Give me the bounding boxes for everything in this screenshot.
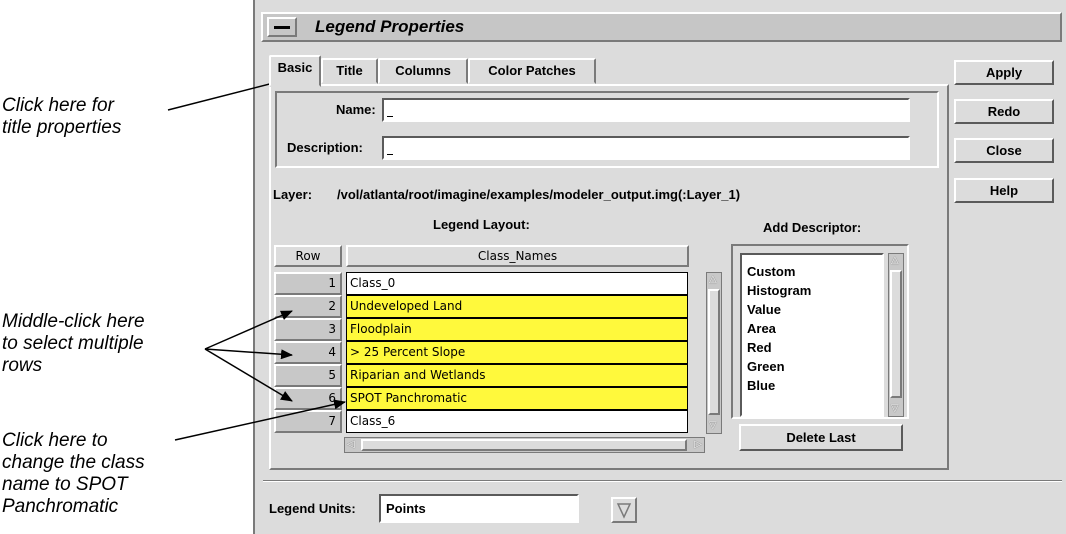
annotation-arrows bbox=[167, 75, 346, 441]
tab-basic[interactable]: Basic bbox=[269, 55, 321, 87]
